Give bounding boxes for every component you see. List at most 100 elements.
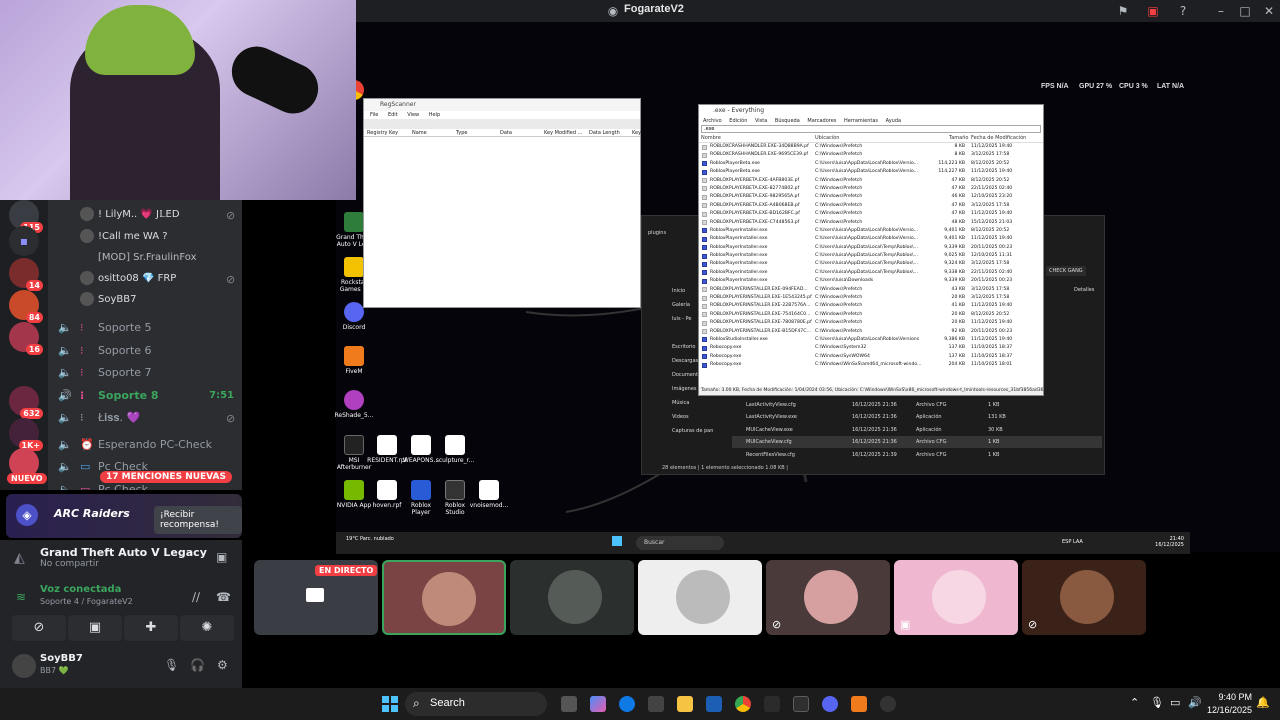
- everything-search-input[interactable]: .exe: [701, 125, 1041, 133]
- minimize-icon[interactable]: –: [1214, 4, 1228, 18]
- soundboard-button[interactable]: ✺: [180, 615, 234, 641]
- result-row[interactable]: ROBLOXPLAYERBETA.EXE-82774B02.pf C:\Windo…: [699, 185, 1043, 193]
- result-row[interactable]: Robocopy.exe C:\Windows\SysWOW64 137 KB 11/…: [699, 353, 1043, 361]
- server-icon[interactable]: 632: [9, 386, 43, 419]
- inbox-icon[interactable]: ▣: [1146, 4, 1160, 18]
- server-icon[interactable]: 14: [9, 258, 43, 291]
- settings-gear-icon[interactable]: ⚙: [217, 658, 228, 672]
- taskbar-clock[interactable]: 9:40 PM 12/16/2025: [1207, 691, 1252, 717]
- menu-edicion[interactable]: Edición: [729, 118, 747, 124]
- result-row[interactable]: RobloxPlayerInstaller.exe C:\Users\luisa\…: [699, 235, 1043, 243]
- menu-marcadores[interactable]: Marcadores: [807, 118, 836, 124]
- voice-user[interactable]: [MOD] Sr.FraulinFox: [98, 248, 197, 268]
- col-type[interactable]: Type: [456, 130, 467, 136]
- nav-videos[interactable]: Videos: [672, 414, 689, 420]
- server-icon[interactable]: 84: [9, 290, 43, 323]
- chrome-taskbar-icon[interactable]: [735, 696, 751, 712]
- voice-channel-path[interactable]: Soporte 4 / FogarateV2: [40, 597, 133, 606]
- col-data[interactable]: Data: [500, 130, 512, 136]
- regscanner-window[interactable]: RegScanner File Edit View Help Registry …: [363, 98, 641, 308]
- outlook-icon[interactable]: [706, 696, 722, 712]
- obs-icon[interactable]: [880, 696, 896, 712]
- steam-icon[interactable]: [764, 696, 780, 712]
- menu-edit[interactable]: Edit: [388, 112, 398, 118]
- menu-busqueda[interactable]: Búsqueda: [775, 118, 800, 124]
- col-name[interactable]: Name: [412, 130, 427, 136]
- menu-herramientas[interactable]: Herramientas: [844, 118, 878, 124]
- desktop-icon-13[interactable]: vnoisemod...: [469, 480, 509, 509]
- details-toggle[interactable]: Detalles: [1074, 287, 1094, 293]
- result-row[interactable]: RobloxPlayerInstaller.exe C:\Users\luisa\…: [699, 277, 1043, 285]
- nav-music[interactable]: Música: [672, 400, 689, 406]
- store-icon[interactable]: [648, 696, 664, 712]
- desktop-icon-3[interactable]: FiveM: [334, 346, 374, 375]
- promo-banner[interactable]: ◈ ARC Raiders ¡Recibir recompensa!: [6, 494, 242, 538]
- voice-channel[interactable]: 🔈 ⏰ Esperando PC-Check: [58, 435, 238, 455]
- tray-mic-icon[interactable]: 🎙: [1150, 696, 1164, 709]
- desktop-icon-8[interactable]: sculpture_r...: [435, 435, 475, 464]
- voice-user[interactable]: SoyBB7: [80, 290, 136, 310]
- result-row[interactable]: RobloxPlayerInstaller.exe C:\Users\luisa\…: [699, 260, 1043, 268]
- voice-channel[interactable]: 🔈 ⁝ Ł𝐢𝐬𝐬. 💜: [58, 408, 238, 428]
- explorer-search-hint[interactable]: CHECK GANG: [1046, 266, 1086, 276]
- result-row[interactable]: RobloxPlayerInstaller.exe C:\Users\luisa\…: [699, 244, 1043, 252]
- result-row[interactable]: ROBLOXPLAYERBETA.EXE-9829565A.pf C:\Windo…: [699, 193, 1043, 201]
- screen-share-button[interactable]: ▣: [68, 615, 122, 641]
- taskbar-search[interactable]: ⌕ Search: [405, 692, 547, 716]
- copilot-icon[interactable]: [590, 696, 606, 712]
- file-row[interactable]: MUICacheView.exe 16/12/2025 21:36 Aplicaci…: [732, 424, 1102, 436]
- result-row[interactable]: RobloxPlayerBeta.exe C:\Users\luisa\AppDa…: [699, 160, 1043, 168]
- tray-chevron-icon[interactable]: ⌃: [1130, 696, 1139, 709]
- activities-button[interactable]: ✚: [124, 615, 178, 641]
- result-row[interactable]: ROBLOXPLAYERINSTALLER.EXE-1E543245.pf C:\…: [699, 294, 1043, 302]
- col-tamano[interactable]: Tamaño: [949, 135, 968, 141]
- server-icon[interactable]: 1K+: [9, 418, 43, 451]
- discord-taskbar-icon[interactable]: [822, 696, 838, 712]
- xbox-icon[interactable]: [793, 696, 809, 712]
- menu-archivo[interactable]: Archivo: [703, 118, 722, 124]
- col-registry-key[interactable]: Registry Key: [367, 130, 398, 136]
- file-row[interactable]: RecentFilesView.cfg 16/12/2025 21:39 Archi…: [732, 449, 1102, 461]
- nav-home[interactable]: Inicio: [672, 288, 685, 294]
- result-row[interactable]: Robocopy.exe C:\Windows\WinSxS\amd64_micr…: [699, 361, 1043, 369]
- noise-suppression-icon[interactable]: ∕∕: [192, 590, 200, 604]
- help-icon[interactable]: ?: [1176, 4, 1190, 18]
- nav-gallery[interactable]: Galería: [672, 302, 690, 308]
- result-row[interactable]: ROBLOXCRASHHANDLER.EXE-9695CE39.pf C:\Win…: [699, 151, 1043, 159]
- result-row[interactable]: ROBLOXPLAYERINSTALLER.EXE-754164C0... C:\…: [699, 311, 1043, 319]
- result-row[interactable]: Robocopy.exe C:\Windows\System32 137 KB 11/…: [699, 344, 1043, 352]
- col-ubicacion[interactable]: Ubicación: [815, 135, 839, 141]
- participant-tile[interactable]: ⊘: [766, 560, 890, 635]
- voice-channel-active[interactable]: 🔊 ⁝ Soporte 8 7:51: [58, 386, 238, 406]
- desktop-icon-4[interactable]: ReShade_5...: [334, 390, 374, 419]
- close-icon[interactable]: ✕: [1262, 4, 1276, 18]
- task-view-icon[interactable]: [561, 696, 577, 712]
- col-nombre[interactable]: Nombre: [701, 135, 721, 141]
- result-row[interactable]: RobloxPlayerInstaller.exe C:\Users\luisa\…: [699, 269, 1043, 277]
- nav-screenshots[interactable]: Capturas de pan: [672, 428, 713, 434]
- menu-ayuda[interactable]: Ayuda: [886, 118, 901, 124]
- nav-pictures[interactable]: Imágenes: [672, 386, 697, 392]
- result-row[interactable]: ROBLOXPLAYERBETA.EXE-BD162BFC.pf C:\Windo…: [699, 210, 1043, 218]
- claim-reward-button[interactable]: ¡Recibir recompensa!: [154, 506, 242, 534]
- result-row[interactable]: RobloxStudioInstaller.exe C:\Users\luisa\…: [699, 336, 1043, 344]
- col-key-modified[interactable]: Key Modified ...: [544, 130, 582, 136]
- file-row[interactable]: LastActivityView.exe 16/12/2025 21:36 Apli…: [732, 411, 1102, 423]
- result-row[interactable]: ROBLOXPLAYERBETA.EXE-C7448563.pf C:\Windo…: [699, 219, 1043, 227]
- col-fecha[interactable]: Fecha de Modificación: [971, 135, 1026, 141]
- file-explorer-icon[interactable]: [677, 696, 693, 712]
- result-row[interactable]: ROBLOXPLAYERINSTALLER.EXE-B15DF47C... C:\…: [699, 328, 1043, 336]
- flag-icon[interactable]: ⚑: [1116, 4, 1130, 18]
- maximize-icon[interactable]: □: [1238, 4, 1252, 18]
- voice-channel[interactable]: 🔈 ⁝ Soporte 5: [58, 318, 238, 338]
- new-mentions-pill[interactable]: 17 MENCIONES NUEVAS: [100, 471, 232, 483]
- participant-tile[interactable]: [382, 560, 506, 635]
- col-key[interactable]: Key: [632, 130, 641, 136]
- voice-status[interactable]: Voz conectada: [40, 584, 121, 595]
- result-row[interactable]: ROBLOXPLAYERBETA.EXE-4AFB803E.pf C:\Windo…: [699, 177, 1043, 185]
- result-row[interactable]: RobloxPlayerInstaller.exe C:\Users\luisa\…: [699, 227, 1043, 235]
- file-row[interactable]: MUICacheView.cfg 16/12/2025 21:36 Archivo …: [732, 436, 1102, 448]
- menu-view[interactable]: View: [407, 112, 419, 118]
- voice-user[interactable]: !Call me WA ?: [80, 227, 168, 247]
- server-icon[interactable]: 16: [9, 322, 43, 355]
